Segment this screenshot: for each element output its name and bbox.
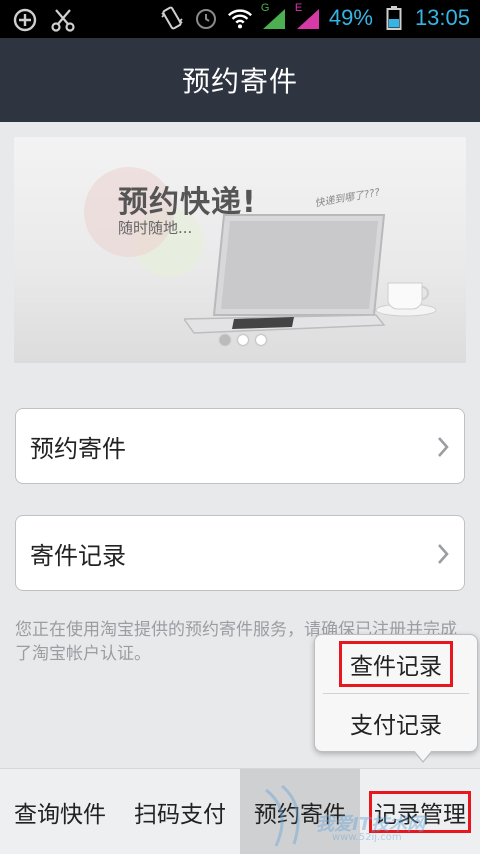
page-title: 预约寄件 [181, 65, 298, 98]
clock: 13:05 [414, 5, 470, 30]
tab-scan-pay[interactable]: 扫码支付 [120, 769, 240, 854]
banner-subheading: 随时随地... [118, 219, 193, 237]
tab-book-shipment[interactable]: 预约寄件 [240, 769, 360, 854]
shipment-records-label: 寄件记录 [30, 541, 126, 570]
signal-e-icon: E [295, 2, 321, 31]
scissors-icon [50, 7, 76, 33]
book-shipment-label: 预约寄件 [30, 434, 126, 463]
chevron-right-icon [438, 544, 449, 564]
record-management-popup: 查件记录 支付记录 [314, 634, 478, 763]
promo-banner[interactable]: 预约快递! 随时随地... 快递到哪了??? [14, 137, 466, 363]
popup-item-label: 支付记录 [350, 713, 442, 739]
popup-item-label: 查件记录 [339, 641, 453, 687]
battery-icon [381, 5, 407, 31]
tab-query-express[interactable]: 查询快件 [0, 769, 120, 854]
popup-pointer [413, 750, 433, 763]
carousel-dot[interactable] [256, 335, 266, 345]
laptop-illustration [184, 214, 386, 334]
title-bar: 预约寄件 [0, 38, 480, 122]
tab-label: 预约寄件 [254, 802, 346, 828]
popup-item-payment-records[interactable]: 支付记录 [315, 694, 477, 752]
chevron-right-icon [438, 437, 449, 457]
add-circle-icon [12, 7, 38, 33]
popup-item-query-records[interactable]: 查件记录 [315, 635, 477, 693]
banner-note: 快递到哪了??? [313, 187, 381, 210]
bottom-tab-bar: 查询快件 扫码支付 预约寄件 记录管理 [0, 768, 480, 854]
wifi-icon [227, 5, 253, 31]
carousel-indicator [220, 335, 266, 345]
tab-label: 扫码支付 [134, 802, 226, 828]
carousel-dot[interactable] [220, 335, 230, 345]
carousel-dot[interactable] [238, 335, 248, 345]
tab-label: 查询快件 [14, 802, 106, 828]
status-bar: G E 49% 13:05 [0, 0, 480, 38]
vibrate-icon [159, 5, 185, 31]
tab-record-management[interactable]: 记录管理 [360, 769, 480, 854]
signal-g-icon: G [261, 2, 287, 31]
coffee-cup-illustration [375, 282, 437, 317]
tab-label: 记录管理 [369, 791, 471, 833]
battery-percent: 49% [328, 5, 373, 30]
book-shipment-button[interactable]: 预约寄件 [15, 408, 465, 484]
alarm-clock-icon [193, 5, 219, 31]
shipment-records-button[interactable]: 寄件记录 [15, 515, 465, 591]
